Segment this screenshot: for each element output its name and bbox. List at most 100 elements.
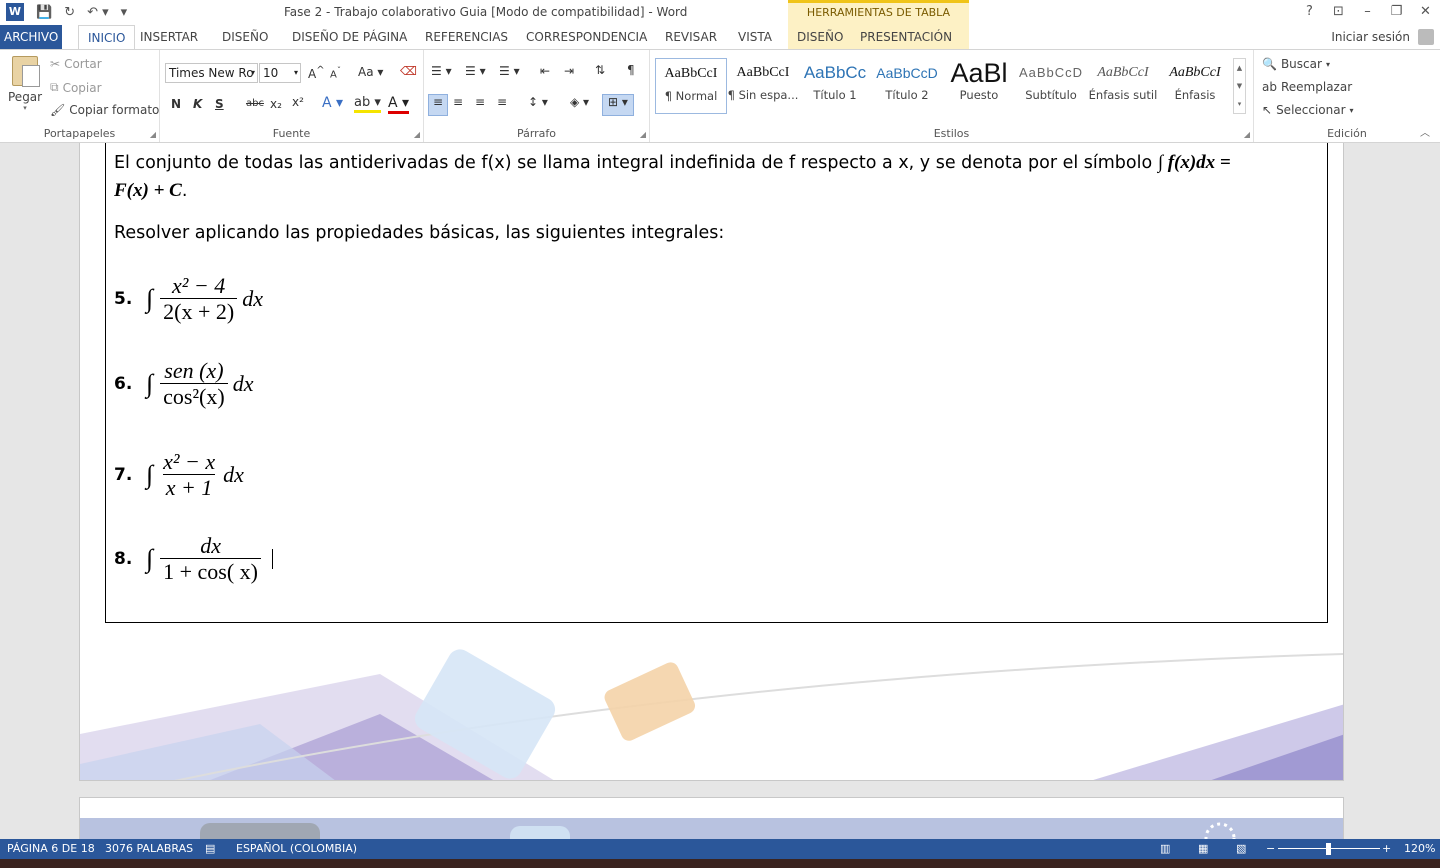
select-button[interactable]: ↖ Seleccionar ▾ (1262, 103, 1354, 117)
document-page[interactable]: El conjunto de todas las antiderivadas d… (79, 143, 1344, 781)
bullets-icon[interactable]: ☰ ▾ (431, 64, 452, 78)
italic-button[interactable]: K (193, 97, 202, 111)
word-icon[interactable]: W (6, 3, 24, 21)
paragraph-dialog-launcher-icon[interactable]: ◢ (640, 130, 646, 139)
signin-label[interactable]: Iniciar sesión (1331, 25, 1410, 49)
tab-diseno[interactable]: DISEÑO (213, 25, 277, 49)
shrink-font-button[interactable]: Aˇ (330, 65, 341, 80)
font-size-combo[interactable]: 10 ▾ (259, 63, 301, 83)
undo-icon[interactable]: ↶ ▾ (87, 5, 109, 20)
web-layout-icon[interactable]: ▧ (1236, 842, 1246, 855)
zoom-level[interactable]: 120% (1404, 842, 1435, 855)
tab-correspondencia[interactable]: CORRESPONDENCIA (517, 25, 656, 49)
shading-icon[interactable]: ◈ ▾ (570, 95, 589, 109)
exercise-7[interactable]: 7. ∫ x² − xx + 1 dx (114, 450, 244, 499)
tab-diseno-tabla[interactable]: DISEÑO (788, 25, 851, 49)
paste-dropdown-icon[interactable]: ▾ (8, 104, 42, 112)
bold-button[interactable]: N (171, 97, 181, 111)
style-subtitulo[interactable]: AaBbCcD Subtítulo (1015, 58, 1087, 114)
format-painter-label: Copiar formato (69, 103, 160, 117)
tab-inicio[interactable]: INICIO (78, 25, 136, 50)
subscript-button[interactable]: x₂ (270, 97, 282, 111)
font-dialog-launcher-icon[interactable]: ◢ (414, 130, 420, 139)
line-spacing-icon[interactable]: ↕ ▾ (528, 95, 548, 109)
copy-button[interactable]: ⧉ Copiar (50, 80, 102, 95)
style-enfasis-sutil[interactable]: AaBbCcI Énfasis sutil (1087, 58, 1159, 114)
font-color-icon[interactable]: A ▾ (388, 95, 410, 114)
language-indicator[interactable]: ESPAÑOL (COLOMBIA) (236, 842, 357, 855)
strike-button[interactable]: abc (246, 98, 264, 109)
tab-archivo[interactable]: ARCHIVO (0, 25, 63, 49)
proofing-icon[interactable]: ▤ (205, 842, 215, 855)
tab-revisar[interactable]: REVISAR (656, 25, 726, 49)
style-normal[interactable]: AaBbCcI ¶ Normal (655, 58, 727, 114)
exercise-6[interactable]: 6. ∫ sen (x) cos²(x) dx (114, 359, 253, 408)
tab-insertar[interactable]: INSERTAR (131, 25, 207, 49)
redo-icon[interactable]: ↻ (64, 5, 75, 20)
help-icon[interactable]: ? (1295, 0, 1324, 25)
collapse-ribbon-icon[interactable]: ︿ (1420, 124, 1430, 139)
document-canvas[interactable]: El conjunto de todas las antiderivadas d… (0, 143, 1440, 839)
word-count[interactable]: 3076 PALABRAS (105, 842, 193, 855)
zoom-out-icon[interactable]: − (1266, 842, 1275, 855)
paragraph-definition[interactable]: El conjunto de todas las antiderivadas d… (114, 149, 1314, 205)
justify-icon[interactable]: ≡ (497, 95, 507, 109)
print-layout-icon[interactable]: ▦ (1198, 842, 1208, 855)
superscript-button[interactable]: x² (292, 95, 304, 109)
save-icon[interactable]: 💾 (36, 5, 52, 20)
find-button[interactable]: 🔍 Buscar ▾ (1262, 57, 1330, 71)
next-page[interactable] (79, 797, 1344, 839)
tab-diseno-pagina[interactable]: DISEÑO DE PÁGINA (283, 25, 416, 49)
maximize-button[interactable]: ❐ (1382, 0, 1411, 25)
align-right-icon[interactable]: ≡ (475, 95, 485, 109)
zoom-slider-thumb[interactable] (1326, 843, 1331, 855)
style-enfasis[interactable]: AaBbCcI Énfasis (1159, 58, 1231, 114)
style-titulo-1[interactable]: AaBbCc Título 1 (799, 58, 871, 114)
cut-button[interactable]: ✂ Cortar (50, 57, 102, 71)
replace-button[interactable]: ab Reemplazar (1262, 80, 1352, 94)
multilevel-list-icon[interactable]: ☰ ▾ (499, 64, 520, 78)
change-case-button[interactable]: Aa ▾ (358, 65, 383, 79)
format-painter-button[interactable]: 🖌 Copiar formato (50, 103, 159, 117)
read-mode-icon[interactable]: ▥ (1160, 842, 1170, 855)
increase-indent-icon[interactable]: ⇥ (564, 64, 574, 78)
numbering-icon[interactable]: ☰ ▾ (465, 64, 486, 78)
align-center-icon[interactable]: ≡ (453, 95, 463, 109)
style-titulo-2[interactable]: AaBbCcD Título 2 (871, 58, 943, 114)
definition-text: El conjunto de todas las antiderivadas d… (114, 153, 1158, 173)
pilcrow-icon[interactable]: ¶ (627, 63, 635, 77)
tab-referencias[interactable]: REFERENCIAS (416, 25, 517, 49)
tab-presentacion[interactable]: PRESENTACIÓN (851, 25, 969, 49)
style-sin-espaciado[interactable]: AaBbCcI ¶ Sin espa... (727, 58, 799, 114)
close-button[interactable]: ✕ (1411, 0, 1440, 25)
fraction: sen (x) cos²(x) (160, 359, 228, 408)
sort-icon[interactable]: ⇅ (595, 63, 605, 77)
tab-vista[interactable]: VISTA (729, 25, 781, 49)
exercise-8[interactable]: 8. ∫ dx 1 + cos( x) (114, 534, 274, 583)
text-effects-icon[interactable]: A ▾ (322, 95, 343, 111)
ribbon-display-icon[interactable]: ⊡ (1324, 0, 1353, 25)
decrease-indent-icon[interactable]: ⇤ (540, 64, 550, 78)
styles-dialog-launcher-icon[interactable]: ◢ (1244, 130, 1250, 139)
page-counter[interactable]: PÁGINA 6 DE 18 (7, 842, 95, 855)
zoom-in-icon[interactable]: + (1382, 842, 1391, 855)
highlight-icon[interactable]: ab ▾ (354, 95, 381, 113)
exercise-5[interactable]: 5. ∫ x² − 4 2(x + 2) dx (114, 274, 263, 323)
grow-font-button[interactable]: A^ (308, 65, 325, 81)
styles-scroll[interactable]: ▲ ▼ ▾ (1233, 58, 1246, 114)
font-name-combo[interactable]: Times New Ro ▾ (165, 63, 258, 83)
minimize-button[interactable]: – (1353, 0, 1382, 25)
clear-format-icon[interactable]: ⌫ (400, 64, 417, 78)
sign-in[interactable]: Iniciar sesión (1331, 25, 1434, 49)
style-puesto[interactable]: AaBl Puesto (943, 58, 1015, 114)
borders-icon[interactable]: ⊞ ▾ (602, 94, 634, 116)
avatar[interactable] (1418, 29, 1434, 45)
exercise-number: 5. (114, 288, 133, 309)
paragraph-instructions[interactable]: Resolver aplicando las propiedades básic… (114, 220, 724, 247)
underline-button[interactable]: S (215, 97, 224, 111)
dialog-launcher-icon[interactable]: ◢ (150, 130, 156, 139)
definition-end: . (181, 181, 188, 201)
align-left-icon[interactable]: ≡ (428, 94, 448, 116)
paste-button[interactable]: Pegar ▾ (8, 56, 42, 112)
customize-qat-icon[interactable]: ▾ (121, 5, 128, 20)
